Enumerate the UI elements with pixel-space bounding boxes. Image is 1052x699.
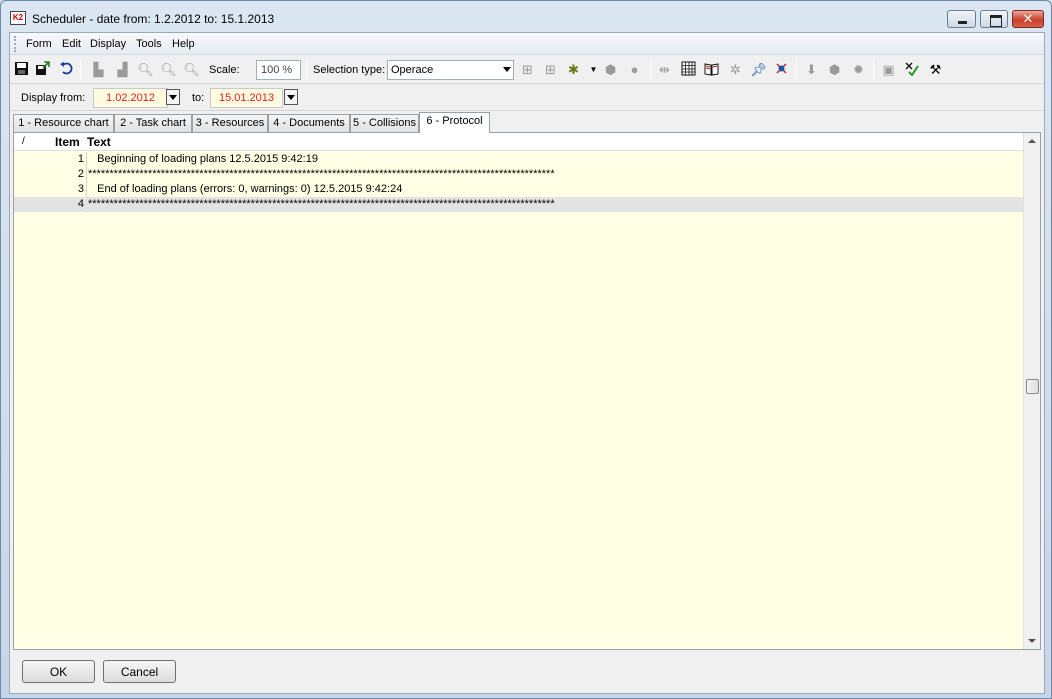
add-resource-icon[interactable]: ⊞ [519,61,536,78]
toolbar: ▙ ▟ 🔍︎ 🔍︎ 🔍︎ Scale: 100 % Selection type… [10,56,1044,84]
sort-indicator-icon[interactable]: / [22,136,25,147]
dialog-footer: OK Cancel [10,650,1044,693]
row-item: 3 [77,183,84,195]
bug-icon[interactable]: ✲ [727,61,744,78]
menu-edit[interactable]: Edit [62,38,81,50]
zoom-out-icon[interactable]: 🔍︎ [183,61,200,78]
cancel-button[interactable]: Cancel [103,660,176,683]
minimize-icon [948,11,975,27]
tab-resource-chart[interactable]: 1 - Resource chart [13,114,114,132]
toolbar-separator [796,60,797,80]
menu-form[interactable]: Form [26,38,52,50]
row-text: Beginning of loading plans 12.5.2015 9:4… [88,153,318,165]
toolbar-separator [650,60,651,80]
hexagon-icon[interactable]: ⬢ [602,61,619,78]
row-item: 2 [77,168,84,180]
tab-collisions[interactable]: 5 - Collisions [350,114,419,132]
table-row[interactable]: 1 Beginning of loading plans 12.5.2015 9… [14,152,1023,167]
pin-icon[interactable]: 📌︎ [750,61,767,78]
menu-bar: Form Edit Display Tools Help [10,33,1044,55]
download-icon[interactable]: ⬇ [803,61,820,78]
menu-display[interactable]: Display [90,38,126,50]
toolbar-separator [306,60,307,80]
align-icon[interactable]: ⇹ [656,61,673,78]
grid-header: / Item Text [14,133,1023,151]
tab-resources[interactable]: 3 - Resources [192,114,268,132]
row-item: 4 [77,198,84,210]
protocol-grid: / Item Text 1 Beginning of loading plans… [13,132,1041,650]
add-task-icon[interactable]: ⊞ [542,61,559,78]
selection-type-value: Operace [391,64,434,76]
tab-protocol[interactable]: 6 - Protocol [419,112,490,133]
menu-tools[interactable]: Tools [136,38,162,50]
unpin-icon[interactable] [773,61,790,78]
tab-strip: 1 - Resource chart 2 - Task chart 3 - Re… [10,112,1044,133]
scroll-up-icon[interactable] [1028,139,1036,143]
hexagon-icon[interactable]: ⬢ [826,61,843,78]
undo-icon[interactable] [58,61,75,78]
zoom-in-icon[interactable]: 🔍︎ [160,61,177,78]
row-text: End of loading plans (errors: 0, warning… [88,183,403,195]
display-from-label: Display from: [21,92,86,104]
toolbar-separator [873,60,874,80]
table-row[interactable]: 3 End of loading plans (errors: 0, warni… [14,182,1023,197]
selection-type-label: Selection type: [313,64,386,76]
bring-forward-icon[interactable]: ▙ [90,61,107,78]
maximize-button[interactable] [980,10,1008,28]
ok-button[interactable]: OK [22,660,95,683]
scale-label: Scale: [209,64,240,76]
row-item: 1 [77,153,84,165]
column-header-text[interactable]: Text [87,135,111,149]
zoom-icon[interactable]: 🔍︎ [137,61,154,78]
title-bar[interactable]: K2 Scheduler - date from: 1.2.2012 to: 1… [1,1,1051,31]
table-row[interactable]: 4 **************************************… [14,197,1023,212]
vertical-scrollbar[interactable] [1023,133,1040,649]
grid-body: 1 Beginning of loading plans 12.5.2015 9… [14,152,1023,649]
maximize-icon [981,11,1007,27]
toolbar-separator [80,60,81,80]
close-icon: ✕ [1022,11,1034,26]
client-area: Form Edit Display Tools Help ▙ ▟ 🔍︎ 🔍︎ 🔍… [9,32,1045,694]
app-icon: K2 [10,11,26,25]
star-icon[interactable]: ✱ [565,61,582,78]
tab-documents[interactable]: 4 - Documents [268,114,350,132]
row-text: ****************************************… [88,168,555,180]
save-close-icon[interactable] [34,61,51,78]
display-from-input[interactable]: 1.02.2012 [93,88,168,108]
menu-help[interactable]: Help [172,38,195,50]
recalculate-icon[interactable] [903,61,920,78]
chevron-down-icon [503,67,511,72]
table-row[interactable]: 2 **************************************… [14,167,1023,182]
gear-icon[interactable]: ✹ [850,61,867,78]
row-text: ****************************************… [88,198,555,210]
date-range-bar: Display from: 1.02.2012 to: 15.01.2013 [10,85,1044,111]
display-to-input[interactable]: 15.01.2013 [210,88,283,108]
chevron-down-icon[interactable]: ▼ [585,61,602,78]
from-date-dropdown-button[interactable] [166,89,180,105]
send-backward-icon[interactable]: ▟ [114,61,131,78]
minimize-button[interactable] [947,10,976,28]
window-title: Scheduler - date from: 1.2.2012 to: 15.1… [32,12,275,26]
selection-type-select[interactable]: Operace [387,60,514,80]
image-icon[interactable]: ▣ [880,61,897,78]
column-header-item[interactable]: Item [55,135,80,149]
scroll-down-icon[interactable] [1028,639,1036,643]
scale-input[interactable]: 100 % [256,60,301,80]
to-label: to: [192,92,205,104]
scheduler-window: K2 Scheduler - date from: 1.2.2012 to: 1… [0,0,1052,699]
close-button[interactable]: ✕ [1012,10,1044,28]
menu-grip-icon [14,36,17,52]
circle-icon[interactable]: ● [626,61,643,78]
save-icon[interactable] [13,61,30,78]
book-icon[interactable] [703,61,720,78]
scroll-thumb[interactable] [1026,379,1039,394]
tab-task-chart[interactable]: 2 - Task chart [114,114,192,132]
tools-icon[interactable]: ⚒ [927,61,944,78]
calendar-icon[interactable] [680,61,697,78]
to-date-dropdown-button[interactable] [284,89,298,105]
